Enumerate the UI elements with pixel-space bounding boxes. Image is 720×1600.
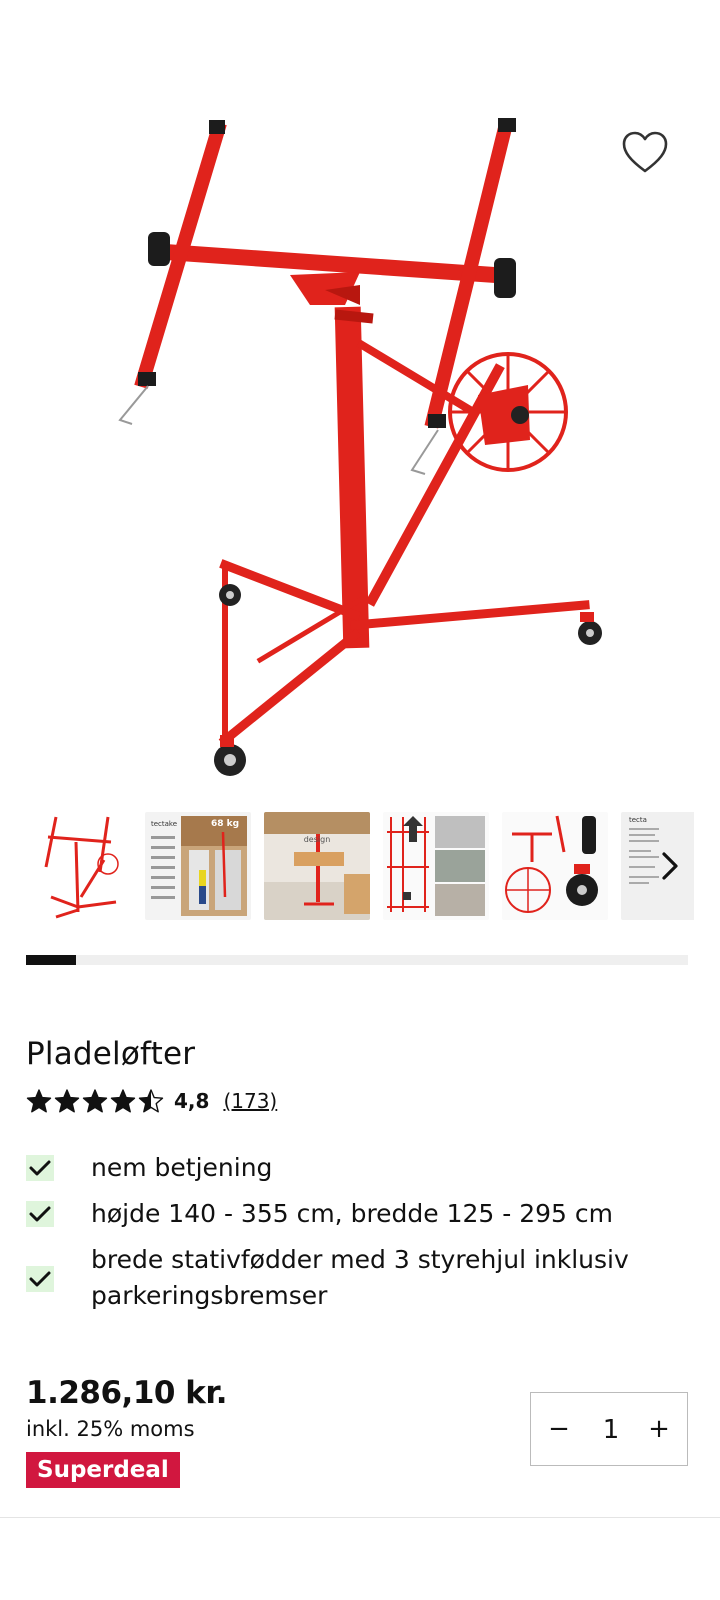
star-icon	[110, 1089, 136, 1113]
reviews-count-link[interactable]: (173)	[223, 1089, 277, 1113]
drywall-lift-illustration	[118, 118, 602, 776]
star-icon	[54, 1089, 80, 1113]
minus-icon[interactable]: −	[541, 1393, 577, 1465]
section-divider	[0, 1517, 720, 1518]
rating-value: 4,8	[174, 1089, 210, 1113]
svg-text:tecta: tecta	[629, 816, 647, 824]
thumbnail-5[interactable]	[502, 812, 608, 920]
feature-text: nem betjening	[91, 1153, 273, 1182]
svg-text:design: design	[304, 835, 331, 844]
svg-text:tectake: tectake	[151, 820, 177, 828]
rating-stars	[26, 1088, 166, 1114]
star-icon	[26, 1089, 52, 1113]
product-main-image[interactable]	[0, 70, 720, 800]
feature-item: højde 140 - 355 cm, bredde 125 - 295 cm	[26, 1196, 686, 1234]
thumbnail-strip: tectake 68 kg design tecta	[26, 812, 694, 920]
thumbnail-3[interactable]: design	[264, 812, 370, 920]
gallery-scroll-thumb	[26, 955, 76, 965]
check-icon	[26, 1201, 54, 1227]
product-rating: 4,8 (173)	[26, 1085, 277, 1117]
product-title: Pladeløfter	[26, 1036, 196, 1072]
thumbnail-4[interactable]	[383, 812, 489, 920]
vat-note: inkl. 25% moms	[26, 1417, 195, 1441]
check-icon	[26, 1266, 54, 1292]
svg-text:68 kg: 68 kg	[211, 819, 239, 829]
superdeal-badge: Superdeal	[26, 1452, 180, 1488]
plus-icon[interactable]: +	[641, 1393, 677, 1465]
gallery-scroll-indicator	[26, 955, 688, 965]
star-icon	[138, 1089, 164, 1113]
heart-outline-icon[interactable]	[620, 130, 670, 176]
feature-item: nem betjening	[26, 1150, 686, 1188]
thumbnail-2[interactable]: tectake 68 kg	[145, 812, 251, 920]
feature-item: brede stativfødder med 3 styrehjul inklu…	[26, 1242, 686, 1318]
feature-text: brede stativfødder med 3 styrehjul inklu…	[91, 1245, 629, 1310]
quantity-stepper: − +	[530, 1392, 688, 1467]
thumbnail-1[interactable]	[26, 812, 132, 920]
feature-text: højde 140 - 355 cm, bredde 125 - 295 cm	[91, 1199, 614, 1228]
star-icon	[82, 1089, 108, 1113]
check-icon	[26, 1155, 54, 1181]
quantity-input[interactable]	[581, 1393, 641, 1467]
product-price: 1.286,10 kr.	[26, 1375, 228, 1411]
chevron-right-icon[interactable]	[652, 846, 686, 886]
